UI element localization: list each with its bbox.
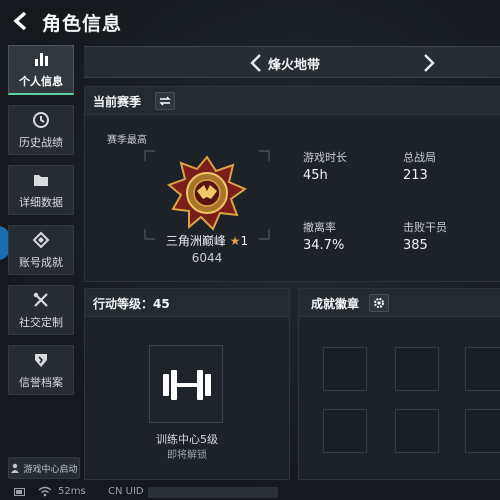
unlock-subtitle: 即将解锁 <box>167 450 207 461</box>
sidebar-item-label: 历史战绩 <box>19 135 63 149</box>
sidebar-item-personal-info[interactable]: 个人信息 <box>8 45 74 95</box>
current-season-panel: 当前赛季 赛季最高 三角洲巅峰 ★1 6044 游戏时长 45h 总战局 213… <box>84 86 500 282</box>
achievement-slot[interactable] <box>395 409 439 453</box>
achievements-title: 成就徽章 <box>311 297 360 311</box>
training-center-unlock[interactable] <box>149 345 223 423</box>
stat-value: 213 <box>403 168 428 183</box>
sidebar-item-history[interactable]: 历史战绩 <box>8 105 74 155</box>
stat-label: 游戏时长 <box>303 151 347 164</box>
battery-icon <box>14 488 25 496</box>
tools-icon <box>33 292 48 307</box>
gear-icon <box>374 298 384 308</box>
header: 角色信息 <box>0 0 500 44</box>
sidebar: 个人信息 历史战绩 详细数据 账号成就 社交定制 信誉档案 游戏中心启动 <box>8 45 80 485</box>
dumbbell-icon <box>163 370 211 400</box>
panel-header: 当前赛季 <box>85 87 500 115</box>
sidebar-item-label: 个人信息 <box>19 75 63 88</box>
sidebar-item-credit[interactable]: 信誉档案 <box>8 345 74 395</box>
panel-header: 行动等级：45 <box>85 289 289 317</box>
achievement-slot[interactable] <box>395 347 439 391</box>
bar-chart-icon <box>35 53 48 66</box>
star-icon: ★ <box>229 234 241 248</box>
season-switcher: 烽火地带 <box>84 46 500 78</box>
rank-name-line: 三角洲巅峰 ★1 <box>137 232 277 249</box>
folder-icon <box>34 174 48 186</box>
sidebar-item-label: 账号成就 <box>19 255 63 269</box>
sidebar-item-label: 信誉档案 <box>19 375 63 389</box>
rank-score: 6044 <box>191 251 223 265</box>
switch-season-button[interactable] <box>155 92 175 110</box>
unlock-title: 训练中心5级 <box>156 433 218 446</box>
uid-label: CN UID <box>108 486 144 497</box>
uid-value-masked <box>148 487 278 498</box>
shield-icon <box>35 353 47 367</box>
back-arrow-icon[interactable] <box>10 10 32 32</box>
user-icon <box>11 463 20 473</box>
wifi-icon <box>38 486 52 497</box>
sidebar-item-achievements[interactable]: 账号成就 <box>8 225 74 275</box>
chevron-right-icon[interactable] <box>422 52 436 74</box>
game-center-button[interactable]: 游戏中心启动 <box>8 457 80 479</box>
stat-label: 总战局 <box>403 151 436 164</box>
current-season-title: 当前赛季 <box>93 95 142 109</box>
stat-value: 34.7% <box>303 238 345 253</box>
sidebar-item-social[interactable]: 社交定制 <box>8 285 74 335</box>
season-name: 烽火地带 <box>267 58 320 73</box>
game-center-label: 游戏中心启动 <box>23 464 78 475</box>
diamond-badge-icon <box>32 231 50 248</box>
stat-label: 撤离率 <box>303 221 336 234</box>
action-level-panel: 行动等级：45 训练中心5级 即将解锁 <box>84 288 290 480</box>
page-title: 角色信息 <box>42 13 123 35</box>
sidebar-item-label: 社交定制 <box>19 315 63 329</box>
clock-icon <box>33 111 49 128</box>
ping-value: 52ms <box>58 486 86 497</box>
sidebar-item-detail-data[interactable]: 详细数据 <box>8 165 74 215</box>
panel-header: 成就徽章 <box>299 289 500 317</box>
status-footer: 52ms CN UID <box>0 484 500 500</box>
rank-name: 三角洲巅峰 <box>165 234 226 248</box>
swap-icon <box>159 96 171 106</box>
sidebar-item-label: 详细数据 <box>19 195 63 209</box>
stat-value: 385 <box>403 238 428 253</box>
action-level-title: 行动等级：45 <box>93 297 170 311</box>
rank-badge <box>144 150 270 240</box>
achievement-slot[interactable] <box>323 409 367 453</box>
rank-star-count: 1 <box>240 234 249 248</box>
achievement-slot[interactable] <box>465 409 500 453</box>
achievement-slot[interactable] <box>323 347 367 391</box>
achievements-settings-button[interactable] <box>369 294 389 312</box>
stat-value: 45h <box>303 168 328 183</box>
achievements-panel: 成就徽章 <box>298 288 500 480</box>
achievement-slot[interactable] <box>465 347 500 391</box>
season-best-label: 赛季最高 <box>107 135 147 146</box>
stat-label: 击败干员 <box>403 221 447 234</box>
